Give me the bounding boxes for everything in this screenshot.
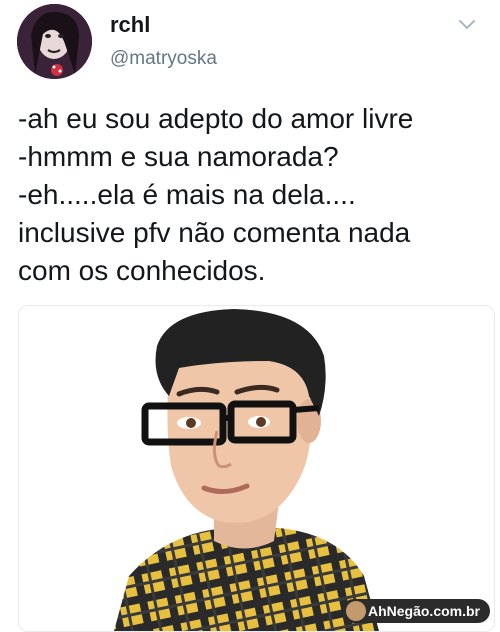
tweet-media-image[interactable]: AhNegão.com.br bbox=[18, 305, 495, 632]
tweet-text-line: -eh.....ela é mais na dela.... bbox=[18, 179, 356, 210]
watermark-text: AhNegão.com.br bbox=[367, 603, 480, 619]
avatar-image bbox=[17, 4, 92, 79]
tweet-text-line: inclusive pfv não comenta nada bbox=[18, 217, 411, 248]
tweet-text-line: com os conhecidos. bbox=[18, 255, 266, 286]
tweet-text-line: -ah eu sou adepto do amor livre bbox=[18, 103, 414, 134]
chevron-down-icon[interactable] bbox=[457, 18, 477, 32]
author-handle[interactable]: @matryoska bbox=[110, 48, 217, 70]
avatar[interactable] bbox=[17, 4, 92, 79]
tweet-text: -ah eu sou adepto do amor livre -hmmm e … bbox=[18, 100, 488, 290]
watermark-logo-icon bbox=[345, 601, 366, 621]
tweet-text-line: -hmmm e sua namorada? bbox=[18, 141, 339, 172]
watermark-badge: AhNegão.com.br bbox=[341, 599, 490, 623]
author-display-name[interactable]: rchl bbox=[110, 12, 150, 38]
doll-illustration bbox=[114, 309, 379, 631]
